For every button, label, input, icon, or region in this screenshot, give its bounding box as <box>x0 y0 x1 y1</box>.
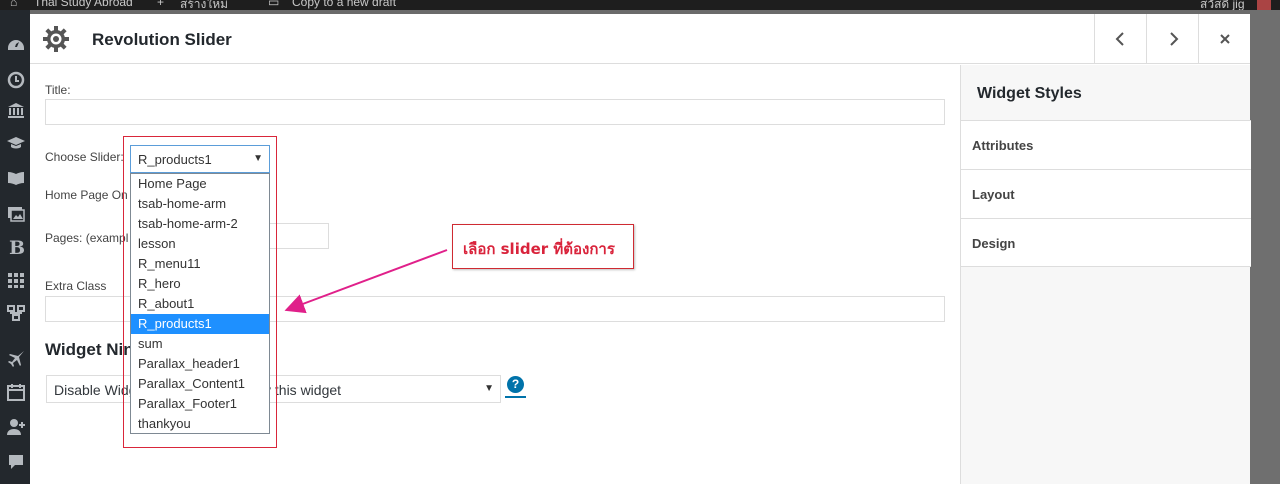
admin-sidebar: B <box>0 10 30 484</box>
close-button[interactable] <box>1198 14 1250 64</box>
slider-option[interactable]: Home Page <box>131 174 269 194</box>
slider-option[interactable]: R_about1 <box>131 294 269 314</box>
greeting-link[interactable]: สวัสดี jig <box>1200 0 1245 10</box>
layout-label: Layout <box>972 187 1015 202</box>
choose-slider-label: Choose Slider: <box>45 150 124 164</box>
help-icon[interactable]: ? <box>507 376 524 393</box>
comment-icon[interactable] <box>6 452 26 472</box>
annotation-text: เลือก slider ที่ต้องการ <box>463 240 615 258</box>
previous-button[interactable] <box>1094 14 1146 64</box>
avatar[interactable] <box>1257 0 1271 10</box>
title-label: Title: <box>45 83 71 97</box>
slider-option[interactable]: Parallax_Footer1 <box>131 394 269 414</box>
home-icon[interactable]: ⌂ <box>10 0 17 9</box>
slider-option[interactable]: thankyou <box>131 414 269 434</box>
history-icon[interactable] <box>6 70 26 90</box>
widget-styles-panel: Widget Styles Attributes Layout Design <box>960 65 1251 484</box>
design-label: Design <box>972 236 1016 251</box>
modal-title: Revolution Slider <box>92 30 232 49</box>
close-icon <box>1219 34 1230 44</box>
slider-option[interactable]: tsab-home-arm-2 <box>131 214 269 234</box>
bank-icon[interactable] <box>6 100 26 120</box>
pages-label: Pages: (exampl <box>45 231 129 245</box>
media-icon[interactable] <box>6 203 26 223</box>
b-icon[interactable]: B <box>9 238 25 258</box>
extra-class-label: Extra Class <box>45 279 107 293</box>
add-user-icon[interactable] <box>6 417 26 437</box>
layout-section[interactable]: Layout <box>961 169 1251 218</box>
choose-slider-select[interactable]: R_products1 ▼ <box>130 145 270 173</box>
title-input[interactable] <box>45 99 945 125</box>
slider-option[interactable]: R_products1 <box>131 314 269 334</box>
help-underline <box>505 396 526 398</box>
design-section[interactable]: Design <box>961 218 1251 267</box>
book-icon[interactable] <box>6 168 26 188</box>
modal-header: Revolution Slider <box>30 14 1250 64</box>
copy-draft-link[interactable]: Copy to a new draft <box>292 0 396 9</box>
annotation-callout: เลือก slider ที่ต้องการ <box>452 224 634 269</box>
graduation-cap-icon[interactable] <box>6 133 26 153</box>
dashboard-icon[interactable] <box>6 36 26 56</box>
admin-bar: ⌂ Thai Study Abroad + สร้างใหม่ ▭ Copy t… <box>0 0 1280 10</box>
network-icon[interactable] <box>6 303 26 323</box>
grid-icon[interactable] <box>6 270 26 290</box>
slider-options-list: Home Page tsab-home-arm tsab-home-arm-2 les… <box>130 173 270 434</box>
next-button[interactable] <box>1146 14 1198 64</box>
slider-option[interactable]: R_menu11 <box>131 254 269 274</box>
choose-slider-value: R_products1 <box>138 152 212 167</box>
plus-icon[interactable]: + <box>157 0 164 9</box>
airplane-icon[interactable] <box>6 348 26 368</box>
chevron-right-icon <box>1169 32 1178 46</box>
slider-option[interactable]: Parallax_header1 <box>131 354 269 374</box>
slider-option[interactable]: sum <box>131 334 269 354</box>
attributes-label: Attributes <box>972 138 1034 153</box>
slider-option[interactable]: R_hero <box>131 274 269 294</box>
gear-icon <box>43 26 69 52</box>
slider-option[interactable]: tsab-home-arm <box>131 194 269 214</box>
chevron-left-icon <box>1115 32 1124 46</box>
site-name-link[interactable]: Thai Study Abroad <box>34 0 133 9</box>
new-content-link[interactable]: สร้างใหม่ <box>180 0 228 10</box>
dim-overlay <box>1250 10 1280 484</box>
calendar-icon[interactable] <box>6 382 26 402</box>
slider-option[interactable]: lesson <box>131 234 269 254</box>
home-page-only-label: Home Page On <box>45 188 128 202</box>
caret-down-icon: ▼ <box>253 153 263 164</box>
attributes-section[interactable]: Attributes <box>961 120 1251 169</box>
copy-icon: ▭ <box>268 0 280 9</box>
widget-styles-title: Widget Styles <box>977 85 1082 102</box>
caret-down-icon: ▼ <box>484 383 494 394</box>
widget-section-heading: Widget Nin <box>45 340 134 359</box>
slider-option[interactable]: Parallax_Content1 <box>131 374 269 394</box>
